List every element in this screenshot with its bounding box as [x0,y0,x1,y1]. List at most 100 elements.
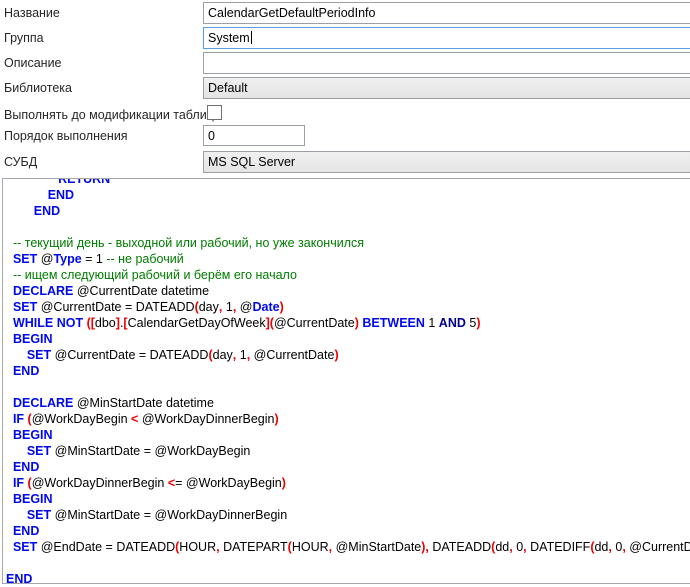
code-segment: -- ищем следующий рабочий и берём его на… [13,268,297,282]
code-segment: SET [27,444,51,458]
code-segment: @WorkDayDinnerBegin [32,476,168,490]
code-line: END [6,459,690,475]
code-segment [6,268,13,282]
code-segment: END [13,364,39,378]
code-line: END [6,523,690,539]
code-segment: BEGIN [13,492,53,506]
code-line: SET @MinStartDate = @WorkDayDinnerBegin [6,507,690,523]
code-segment: @MinStartDate [332,540,421,554]
code-segment: @ [37,252,53,266]
code-segment: @WorkDayDinnerBegin [138,412,274,426]
code-segment: IF [13,476,24,490]
code-segment: DECLARE [13,284,73,298]
form-row-group: Группа System [0,27,690,51]
code-segment: ]( [266,316,274,330]
code-segment: IF [13,412,24,426]
code-line: IF (@WorkDayBegin < @WorkDayDinnerBegin) [6,411,690,427]
code-line: SET @CurrentDate = DATEADD(day, 1, @Date… [6,299,690,315]
code-segment [6,236,13,250]
code-segment: HOUR [179,540,216,554]
code-segment: ) [274,412,278,426]
sql-code-editor[interactable]: RETURN END END -- текущий день - выходно… [2,178,690,584]
field-label-group: Группа [4,31,44,45]
code-segment [6,476,13,490]
code-segment: ) [280,300,284,314]
library-input-value: Default [208,81,248,95]
code-segment: @CurrentDate [274,316,355,330]
code-line: RETURN [6,178,690,187]
code-segment: SET [27,508,51,522]
group-input-value: System [208,31,250,45]
code-segment [6,252,13,266]
code-segment: @MinStartDate = @WorkDayDinnerBegin [51,508,287,522]
code-segment [6,508,27,522]
run-before-table-modify-checkbox[interactable] [207,105,222,120]
code-segment: @WorkDayBegin [32,412,131,426]
description-input[interactable] [203,52,690,74]
code-segment: dbo [95,316,116,330]
code-segment [6,364,13,378]
code-line: -- текущий день - выходной или рабочий, … [6,235,690,251]
code-segment: 1 [222,300,232,314]
code-line: DECLARE @MinStartDate datetime [6,395,690,411]
form-row-description: Описание [0,52,690,76]
code-segment: 5 [466,316,476,330]
execution-order-input[interactable]: 0 [203,125,305,146]
code-line: END [6,363,690,379]
form-row-dbms: СУБДMS SQL Server [0,151,690,175]
code-segment: day [199,300,219,314]
code-line [6,219,690,235]
code-segment: SET [13,300,37,314]
code-line: BEGIN [6,427,690,443]
code-segment: Date [252,300,279,314]
code-segment: ), [421,540,429,554]
code-segment: -- не рабочий [106,252,183,266]
code-line: END [6,203,690,219]
code-segment [6,540,13,554]
field-label-execution-order: Порядок выполнения [4,129,128,143]
code-line: SET @Type = 1 -- не рабочий [6,251,690,267]
code-segment: DATEADD [429,540,491,554]
code-segment: 0 [612,540,622,554]
code-segment: -- текущий день - выходной или рабочий, … [13,236,364,250]
group-input[interactable]: System [203,27,690,49]
library-input: Default [203,77,690,99]
code-line: BEGIN [6,331,690,347]
code-segment [6,284,13,298]
code-segment: @CurrentDate = DATEADD [37,300,194,314]
code-segment [6,316,13,330]
code-line: DECLARE @CurrentDate datetime [6,283,690,299]
code-segment: ) [334,348,338,362]
code-segment: 0 [513,540,523,554]
code-segment: = @WorkDayBegin [175,476,282,490]
code-segment [6,348,27,362]
code-segment: ) [282,476,286,490]
code-segment: @MinStartDate datetime [73,396,214,410]
code-segment: CalendarGetDayOfWeek [128,316,266,330]
code-segment [6,300,13,314]
code-segment: DECLARE [13,396,73,410]
code-segment: SET [13,540,37,554]
code-segment: @CurrentDate = DATEADD [51,348,208,362]
text-caret [251,31,252,44]
code-line: WHILE NOT ([dbo].[CalendarGetDayOfWeek](… [6,315,690,331]
code-segment: END [48,188,74,202]
code-segment: @EndDate = DATEADD [37,540,175,554]
code-segment: END [13,460,39,474]
code-segment: SET [13,252,37,266]
code-segment: @ [236,300,252,314]
code-line [6,555,690,571]
code-segment: 1 [236,348,246,362]
field-label-library: Библиотека [4,81,72,95]
code-segment [6,428,13,442]
name-input[interactable]: CalendarGetDefaultPeriodInfo [203,2,690,24]
code-segment: END [6,572,32,584]
code-segment: BEGIN [13,428,53,442]
dbms-input: MS SQL Server [203,151,690,173]
code-segment [6,492,13,506]
code-segment [6,524,13,538]
code-line: END [6,187,690,203]
code-segment [6,204,34,218]
code-segment: @CurrentDate [626,540,690,554]
field-label-run-before-table-modify: Выполнять до модификации таблиц [4,108,214,122]
